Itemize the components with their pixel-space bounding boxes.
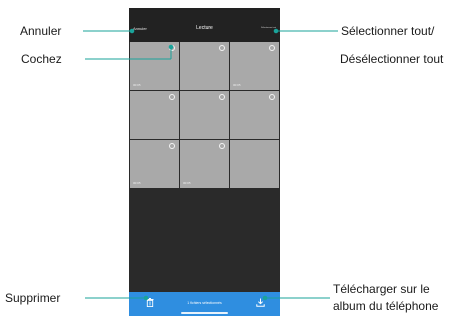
- media-tile[interactable]: [180, 91, 229, 139]
- select-checkbox[interactable]: [169, 143, 175, 149]
- home-indicator: [181, 312, 228, 314]
- video-duration: 00:05: [133, 181, 141, 185]
- select-checkbox[interactable]: [169, 94, 175, 100]
- media-tile[interactable]: [230, 91, 279, 139]
- callout-label-deselect-all: Désélectionner tout: [340, 52, 444, 66]
- page-title: Lecture: [196, 25, 213, 31]
- download-icon[interactable]: [256, 298, 265, 307]
- media-tile[interactable]: 00:05: [130, 42, 179, 90]
- media-grid: 00:05 00:05 00:05 00:05: [130, 42, 279, 188]
- select-checkbox[interactable]: [219, 143, 225, 149]
- media-tile[interactable]: [130, 91, 179, 139]
- select-checkbox[interactable]: [269, 94, 275, 100]
- media-tile[interactable]: 00:05: [180, 140, 229, 188]
- select-checkbox[interactable]: [219, 94, 225, 100]
- select-checkbox[interactable]: [219, 45, 225, 51]
- callout-label-download-line1: Télécharger sur le: [333, 282, 430, 296]
- media-tile[interactable]: 00:05: [130, 140, 179, 188]
- callout-label-select-all: Sélectionner tout/: [341, 24, 435, 38]
- callout-label-supprimer: Supprimer: [5, 291, 61, 305]
- callout-label-annuler: Annuler: [20, 24, 62, 38]
- video-duration: 00:05: [183, 181, 191, 185]
- media-tile[interactable]: [230, 140, 279, 188]
- callout-label-cochez: Cochez: [21, 52, 62, 66]
- phone-screen: Annuler Lecture Sélectionner tout 00:05 0…: [129, 8, 280, 316]
- select-checkbox[interactable]: [169, 45, 175, 51]
- video-duration: 00:05: [233, 83, 241, 87]
- media-tile[interactable]: [180, 42, 229, 90]
- select-all-button[interactable]: Sélectionner tout: [261, 26, 276, 30]
- top-bar: Annuler Lecture Sélectionner tout: [129, 8, 280, 42]
- video-duration: 00:05: [133, 83, 141, 87]
- callout-label-download-line2: album du téléphone: [333, 299, 439, 313]
- select-checkbox[interactable]: [269, 45, 275, 51]
- media-tile[interactable]: 00:05: [230, 42, 279, 90]
